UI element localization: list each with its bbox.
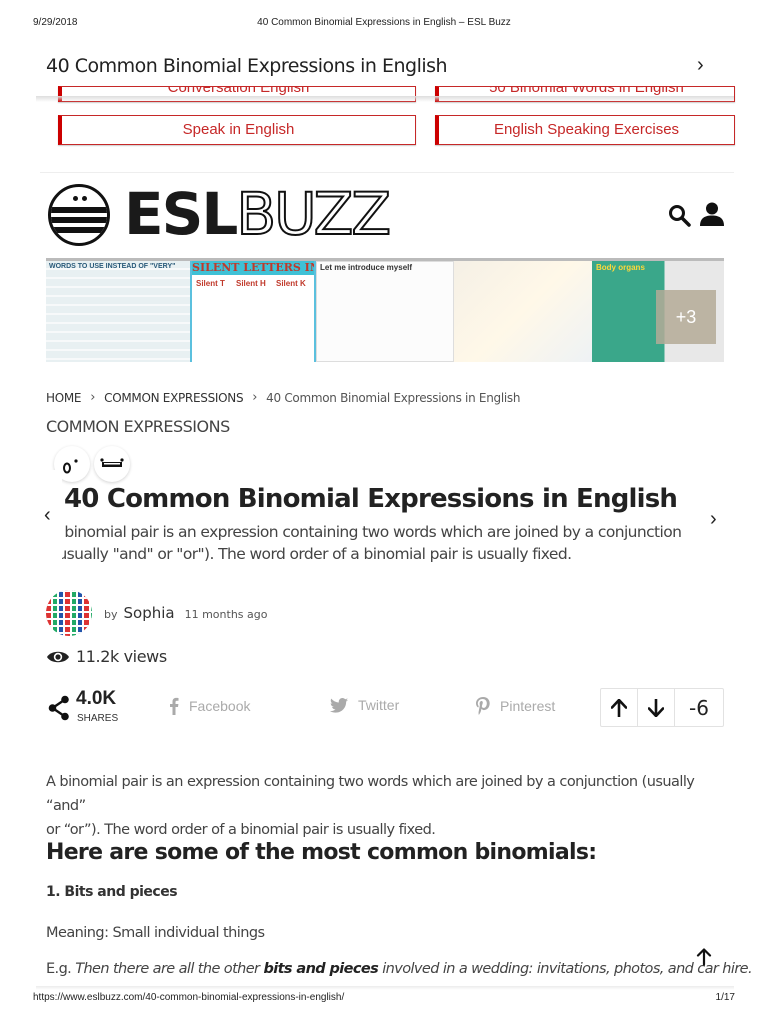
slider-excerpt-line: (usually "and" or "or"). The word order …	[52, 545, 572, 563]
slider-clip-mask	[0, 470, 62, 570]
author-avatar[interactable]	[46, 590, 92, 636]
footer-shadow	[36, 986, 734, 990]
featured-thumbnail-strip: WORDS TO USE INSTEAD OF "VERY" SILENT LE…	[46, 258, 724, 362]
binomial-meaning: Meaning: Small individual things	[46, 925, 265, 941]
eslbuzz-logo-icon[interactable]	[48, 184, 110, 246]
byline: by Sophia 11 months ago	[104, 604, 267, 622]
thumbnail-introduce-myself[interactable]: Let me introduce myself	[316, 261, 454, 362]
pinterest-label: Pinterest	[500, 698, 556, 714]
sticky-article-title: 40 Common Binomial Expressions in Englis…	[46, 55, 448, 77]
category-label[interactable]: COMMON EXPRESSIONS	[46, 417, 230, 436]
thumbnail-column-label: Silent T	[196, 279, 225, 288]
share-label: SHARES	[77, 713, 119, 724]
upvote-button[interactable]	[601, 689, 638, 726]
example-prefix: E.g.	[46, 961, 72, 977]
thumbnail-column-label: Silent K	[276, 279, 306, 288]
logo-stripe	[51, 217, 107, 223]
slider-excerpt-line: A binomial pair is an expression contain…	[50, 523, 682, 541]
chevron-right-icon: ›	[90, 390, 96, 405]
eye-icon	[47, 651, 69, 662]
breadcrumb-common-expressions[interactable]: COMMON EXPRESSIONS	[104, 391, 243, 405]
slider-title[interactable]: 40 Common Binomial Expressions in Englis…	[64, 484, 678, 514]
logo-eye	[73, 196, 78, 201]
article-intro-line: A binomial pair is an expression contain…	[46, 774, 695, 814]
chevron-right-icon: ›	[252, 390, 258, 405]
pinterest-icon	[476, 697, 490, 715]
thumbnail-body-organs[interactable]: Body organs +3	[592, 261, 724, 362]
related-link-speak-in-english[interactable]: Speak in English	[58, 115, 416, 145]
breadcrumb-home[interactable]: HOME	[46, 391, 82, 405]
pinterest-share-button[interactable]: Pinterest	[476, 697, 555, 715]
byline-by: by	[104, 608, 118, 621]
article-intro-line: or “or”). The word order of a binomial p…	[46, 822, 436, 838]
print-url: https://www.eslbuzz.com/40-common-binomi…	[33, 992, 345, 1003]
logo-stripe	[51, 207, 107, 213]
slider-next-button[interactable]: ›	[710, 508, 717, 531]
search-icon[interactable]	[667, 203, 691, 227]
article-intro: A binomial pair is an expression contain…	[46, 770, 726, 842]
view-count-text: 11.2k views	[76, 647, 167, 666]
thumbnail-caption: WORDS TO USE INSTEAD OF "VERY"	[49, 263, 176, 270]
more-thumbnails-badge[interactable]: +3	[656, 290, 716, 344]
facebook-icon	[170, 697, 179, 715]
site-logo-text[interactable]: ESLBUZZ	[124, 180, 392, 248]
logo-text-buzz: BUZZ	[235, 180, 392, 248]
share-icon[interactable]	[48, 695, 70, 721]
twitter-share-button[interactable]: Twitter	[330, 697, 399, 713]
user-icon[interactable]	[699, 201, 725, 227]
twitter-icon	[330, 697, 348, 713]
slider-excerpt: A binomial pair is an expression contain…	[50, 521, 700, 565]
grin-face-icon	[100, 458, 124, 467]
breadcrumb: HOME › COMMON EXPRESSIONS › 40 Common Bi…	[46, 390, 520, 405]
chevron-right-icon[interactable]: ›	[697, 54, 704, 77]
post-time: 11 months ago	[184, 608, 268, 621]
vote-score: -6	[689, 695, 709, 720]
thumbnail-caption: Body organs	[596, 263, 645, 272]
thumbnail-caption: Let me introduce myself	[320, 263, 413, 272]
article-section-heading: Here are some of the most common binomia…	[46, 840, 597, 865]
twitter-label: Twitter	[358, 697, 400, 713]
share-count: 4.0K	[76, 688, 117, 709]
scroll-to-top-icon[interactable]	[696, 948, 712, 966]
thumbnail-words-instead-of-very[interactable]: WORDS TO USE INSTEAD OF "VERY"	[46, 261, 190, 362]
binomial-example: E.g. Then there are all the other bits a…	[46, 961, 753, 977]
author-name-link[interactable]: Sophia	[124, 604, 175, 622]
print-title: 40 Common Binomial Expressions in Englis…	[257, 17, 511, 28]
related-link-label: Conversation English	[167, 86, 310, 96]
logo-text-esl: ESL	[124, 180, 238, 248]
logo-eye	[82, 196, 87, 201]
arrow-up-icon	[611, 698, 627, 717]
related-link-speaking-exercises[interactable]: English Speaking Exercises	[435, 115, 735, 145]
binomial-item-title: 1. Bits and pieces	[46, 884, 178, 900]
slider-prev-icon[interactable]: ‹	[44, 504, 51, 527]
related-link-label: English Speaking Exercises	[493, 121, 680, 138]
thumbnail-action-verbs[interactable]	[454, 261, 592, 362]
thumbnail-silent-letters[interactable]: SILENT LETTERS IN ENGLISH Silent T Silen…	[190, 261, 316, 362]
breadcrumb-current: 40 Common Binomial Expressions in Englis…	[266, 390, 521, 405]
vote-widget: -6	[600, 688, 724, 727]
divider	[40, 172, 734, 173]
facebook-share-button[interactable]: Facebook	[169, 697, 250, 715]
example-text: Then there are all the other	[75, 961, 260, 977]
thumbnail-column-label: Silent H	[236, 279, 266, 288]
facebook-label: Facebook	[189, 698, 251, 714]
print-page-number: 1/17	[715, 992, 735, 1003]
logo-stripe	[51, 227, 107, 233]
example-highlight: bits and pieces	[263, 961, 379, 977]
reaction-badge-grin[interactable]	[94, 446, 130, 482]
thumbnail-caption: SILENT LETTERS IN ENGLISH	[192, 261, 314, 275]
sticky-bar-shadow	[36, 96, 734, 102]
downvote-button[interactable]	[638, 689, 675, 726]
view-count: 11.2k views	[46, 647, 167, 666]
related-link-label: 50 Binomial Words in English	[489, 86, 684, 96]
related-link-label: Speak in English	[182, 121, 295, 138]
print-header: 9/29/2018 40 Common Binomial Expressions…	[0, 17, 768, 31]
arrow-down-icon	[648, 698, 664, 717]
